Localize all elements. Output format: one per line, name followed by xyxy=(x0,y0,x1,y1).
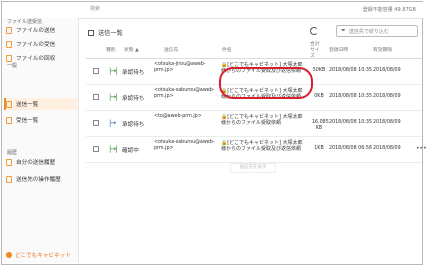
row-size: 50KB xyxy=(312,68,326,73)
header-type[interactable]: 種別 xyxy=(106,46,116,53)
row-checkbox[interactable] xyxy=(93,120,99,126)
row-status: 承認待ち xyxy=(122,96,145,102)
row-recipient: <otsuka-jirou@aweb-prm.jp> xyxy=(154,62,206,74)
header-expire[interactable]: 有効期限 xyxy=(373,46,392,53)
row-subject[interactable]: 🔒[どこでもキャビネット] 大塚太郎 様からのファイル受取依頼 xyxy=(221,114,307,127)
row-size: 1KB xyxy=(314,146,324,151)
row-status: 承認待ち xyxy=(122,122,145,128)
row-subject[interactable]: 🔒[どこでもキャビネット] 大塚太郎 様からのファイル受取及び返信依頼 xyxy=(221,140,307,153)
send-direction-icon: |→| xyxy=(109,145,118,153)
sidebar-item-received-list[interactable]: 受信一覧 xyxy=(6,114,78,126)
sidebar-item-receive-file[interactable]: ファイルの受信 xyxy=(6,38,78,50)
page-title: 送信一覧 xyxy=(88,28,123,37)
header-size[interactable]: 合計サイズ xyxy=(310,42,324,60)
sidebar-item-my-send-history[interactable]: 自分の送信履歴 xyxy=(6,156,78,168)
recipient-filter-input[interactable]: ⏷ 送信先で絞り込む xyxy=(336,25,418,37)
send-direction-icon: |→| xyxy=(109,93,118,101)
receive-file-icon xyxy=(6,40,12,48)
storage-capacity: 登録不能容量 49.87GB xyxy=(362,7,416,13)
row-expire: 2018/08/09 xyxy=(373,146,401,151)
table-row[interactable]: |→| 確認中 <otsuka-saburou@aweb-prm.jp> 🔒[ど… xyxy=(86,137,426,163)
sidebar-item-label: 受信一覧 xyxy=(16,118,39,124)
sidebar-item-label: 送信先の操作履歴 xyxy=(16,177,61,183)
header-subject[interactable]: 件名 xyxy=(222,46,232,53)
sidebar-item-label: ファイルの受信 xyxy=(16,42,56,48)
brand-name: どこでもキャビネット xyxy=(15,253,71,259)
table-row[interactable]: |→ 承認待ち <to@aweb-prm.jp> 🔒[どこでもキャビネット] 大… xyxy=(86,111,422,137)
row-recipient: <otsuka-saburou@aweb-prm.jp> xyxy=(154,140,215,152)
received-list-icon xyxy=(6,116,12,124)
collect-file-icon xyxy=(6,54,12,62)
row-size: 16.085 KB xyxy=(312,120,329,131)
sidebar-item-label: ファイルの回収 xyxy=(16,56,56,62)
header-to[interactable]: 送信先 xyxy=(164,46,178,53)
row-subject-text: [どこでもキャビネット] 大塚太郎 様からのファイル受取依頼 xyxy=(221,114,303,127)
row-expire: 2018/08/09 xyxy=(373,68,401,73)
filter-icon: ⏷ xyxy=(341,27,346,34)
sidebar: ファイル送受信 ファイルの送信 ファイルの受信 ファイルの回収 一般 送信一覧 … xyxy=(2,18,79,263)
load-more-button[interactable]: 送信先を表示 xyxy=(230,163,276,173)
sidebar-item-label: ファイルの送信 xyxy=(16,28,56,34)
send-direction-icon: |→| xyxy=(109,67,118,75)
row-sent: 2018/08/08 10:35 xyxy=(329,120,372,125)
sidebar-item-sent-list[interactable]: 送信一覧 xyxy=(4,98,78,110)
recipient-history-icon xyxy=(6,175,12,183)
filter-placeholder: 送信先で絞り込む xyxy=(348,28,389,35)
send-file-icon xyxy=(6,26,12,34)
sidebar-item-label: 自分の送信履歴 xyxy=(16,160,56,166)
row-subject-text: [どこでもキャビネット] 大塚太郎 様からのファイル受取及び返信依頼 xyxy=(221,140,303,153)
brand-logo: どこでもキャビネット xyxy=(6,251,71,259)
header-sent[interactable]: 登録日時 xyxy=(329,46,348,53)
page-title-text: 送信一覧 xyxy=(98,30,123,37)
sent-list-icon xyxy=(6,100,12,108)
sidebar-section-general: 一般 xyxy=(7,63,18,69)
row-sent: 2018/08/08 10:35 xyxy=(329,94,372,99)
top-bar: 検索 登録不能容量 49.87GB xyxy=(2,2,424,19)
sidebar-section-history: 履歴 xyxy=(7,150,18,156)
row-size: 0KB xyxy=(314,94,324,99)
table-header: 種別 状態 ▲ 送信先 件名 合計サイズ 登録日時 有効期限 xyxy=(86,40,422,59)
sidebar-item-send-file[interactable]: ファイルの送信 xyxy=(6,24,78,36)
row-sent: 2018/08/08 06:56 xyxy=(329,146,372,151)
row-recipient: <to@aweb-prm.jp> xyxy=(154,114,202,119)
row-recipient: <otsuka-saburou@aweb-prm.jp> xyxy=(154,88,215,100)
more-options-icon[interactable]: ••• xyxy=(416,145,426,152)
refresh-icon[interactable] xyxy=(310,27,318,35)
sent-table: 種別 状態 ▲ 送信先 件名 合計サイズ 登録日時 有効期限 |→| 承認待ち … xyxy=(86,40,426,163)
row-checkbox[interactable] xyxy=(93,146,99,152)
row-status: 承認待ち xyxy=(122,70,145,76)
topbar-search-label: 検索 xyxy=(90,6,101,12)
row-checkbox[interactable] xyxy=(93,94,99,100)
row-expire: 2018/08/09 xyxy=(373,120,401,125)
row-sent: 2018/08/08 10:35 xyxy=(329,68,372,73)
reply-direction-icon: |→ xyxy=(109,119,116,127)
list-icon xyxy=(88,29,94,36)
main-content: 送信一覧 ⏷ 送信先で絞り込む 種別 状態 ▲ 送信先 件名 合計サイズ 登録日… xyxy=(80,18,426,263)
sidebar-item-recipient-history[interactable]: 送信先の操作履歴 xyxy=(6,173,78,185)
row-checkbox[interactable] xyxy=(93,68,99,74)
header-status[interactable]: 状態 ▲ xyxy=(124,46,139,53)
row-status: 確認中 xyxy=(122,148,139,154)
subject-highlight-annotation xyxy=(219,67,313,99)
brand-icon xyxy=(6,252,12,258)
history-icon xyxy=(6,158,12,166)
sidebar-item-label: 送信一覧 xyxy=(16,102,39,108)
row-expire: 2018/08/09 xyxy=(373,94,401,99)
